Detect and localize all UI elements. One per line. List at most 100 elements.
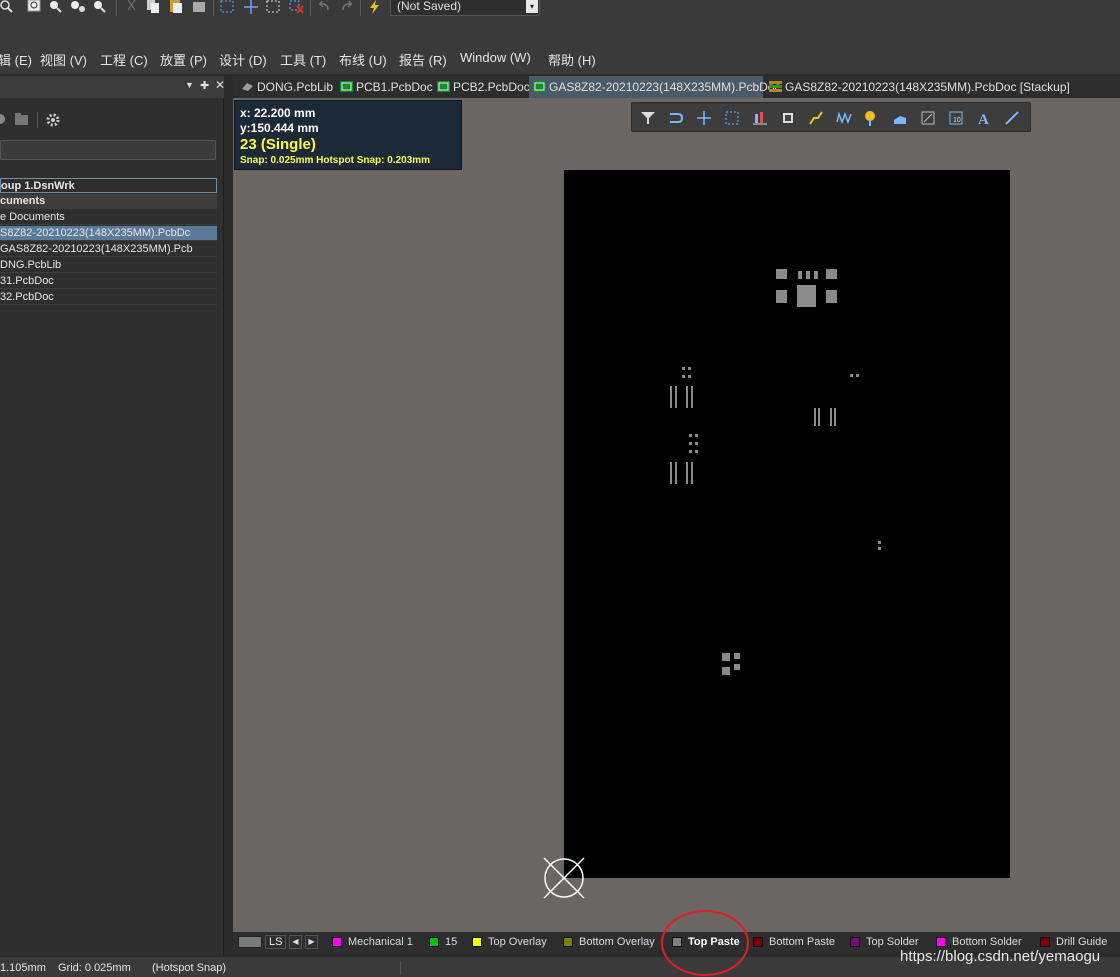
zoom-selected-icon[interactable] xyxy=(70,0,86,14)
pcblib-icon xyxy=(242,83,253,91)
cut-icon[interactable] xyxy=(124,0,140,14)
tab-pcb2[interactable]: PCB2.PcbDoc xyxy=(433,76,530,98)
menu-help[interactable]: 帮助 (H) xyxy=(548,50,596,69)
layer-color-swatch xyxy=(1040,937,1050,947)
layer-tab-drill-guide[interactable]: Drill Guide xyxy=(1040,935,1107,949)
project-file[interactable]: DNG.PcbLib xyxy=(0,258,217,273)
pin-icon[interactable]: ✚ xyxy=(200,79,209,92)
layer-set-button[interactable]: LS xyxy=(265,935,287,949)
move-icon[interactable] xyxy=(243,0,259,14)
pcb-board[interactable] xyxy=(564,170,1010,878)
project-tree: oup 1.DsnWrk cuments e Documents S8Z82-2… xyxy=(0,166,224,952)
tab-label: GAS8Z82-20210223(148X235MM).PcbDoc xyxy=(549,80,781,94)
layer-tab-top-overlay[interactable]: Top Overlay xyxy=(472,935,547,949)
menu-view[interactable]: 视图 (V) xyxy=(40,50,87,69)
component-icon[interactable] xyxy=(780,110,796,126)
via-icon[interactable] xyxy=(864,110,880,126)
menu-place[interactable]: 放置 (P) xyxy=(160,50,207,69)
pad xyxy=(689,450,692,453)
layer-tab-bottom-solder[interactable]: Bottom Solder xyxy=(936,935,1022,949)
chevron-left-icon[interactable]: ◀ xyxy=(289,935,302,949)
layer-tab-top-solder[interactable]: Top Solder xyxy=(850,935,919,949)
select-area-icon[interactable] xyxy=(220,0,236,14)
project-file-active[interactable]: S8Z82-20210223(148X235MM).PcbDc xyxy=(0,226,217,241)
deselect-icon[interactable] xyxy=(289,0,305,14)
tab-gas8z82-stackup[interactable]: GAS8Z82-20210223(148X235MM).PcbDoc [Stac… xyxy=(765,76,1070,98)
free-documents-item[interactable]: e Documents xyxy=(0,210,217,225)
interactive-route-icon[interactable] xyxy=(808,110,824,126)
menu-edit[interactable]: 辑 (E) xyxy=(0,50,32,69)
gear-icon[interactable] xyxy=(45,112,61,128)
pad xyxy=(878,547,881,550)
menu-tools[interactable]: 工具 (T) xyxy=(280,50,326,69)
pad xyxy=(695,450,698,453)
menu-route[interactable]: 布线 (U) xyxy=(339,50,387,69)
pad xyxy=(722,667,730,675)
grid-size: Grid: 0.025mm xyxy=(58,962,131,974)
tab-gas8z82-pcbdoc[interactable]: GAS8Z82-20210223(148X235MM).PcbDoc xyxy=(529,76,780,98)
cursor-y: y:150.444 mm xyxy=(240,121,319,135)
zoom-fit-icon[interactable] xyxy=(26,0,42,14)
menu-window[interactable]: Window (W) xyxy=(460,50,531,65)
project-icon[interactable] xyxy=(0,112,6,126)
chevron-down-icon[interactable]: ▾ xyxy=(526,0,538,13)
zoom-icon[interactable] xyxy=(0,0,16,14)
folder-icon[interactable] xyxy=(14,112,30,126)
length-tuning-icon[interactable] xyxy=(836,110,852,126)
crosshair-icon[interactable] xyxy=(696,110,712,126)
line-icon[interactable] xyxy=(1004,110,1020,126)
layer-tab-bottom-paste[interactable]: Bottom Paste xyxy=(753,935,835,949)
heads-up-display: x: 22.200 mm y:150.444 mm 23 (Single) Sn… xyxy=(234,100,462,170)
polygon-icon[interactable] xyxy=(892,110,908,126)
layer-color-swatch xyxy=(753,937,763,947)
rubber-stamp-icon[interactable] xyxy=(191,0,207,14)
zoom-filter-icon[interactable] xyxy=(92,0,108,14)
align-icon[interactable] xyxy=(752,110,768,126)
lightning-icon[interactable] xyxy=(367,0,383,14)
pad xyxy=(776,269,787,279)
menu-reports[interactable]: 报告 (R) xyxy=(399,50,447,69)
chevron-down-icon[interactable]: ▼ xyxy=(185,80,194,90)
select-rect-icon[interactable] xyxy=(724,110,740,126)
copy-icon[interactable] xyxy=(145,0,161,14)
layer-label: 15 xyxy=(445,936,458,948)
layer-tab-bottom-overlay[interactable]: Bottom Overlay xyxy=(563,935,655,949)
search-input[interactable] xyxy=(0,140,216,160)
layer-color-swatch xyxy=(332,937,342,947)
layer-label: Mechanical 1 xyxy=(348,936,413,948)
paste-icon[interactable] xyxy=(168,0,184,14)
project-file[interactable]: GAS8Z82-20210223(148X235MM).Pcb xyxy=(0,242,217,257)
undo-icon[interactable] xyxy=(316,0,332,14)
pcb-canvas[interactable]: x: 22.200 mm y:150.444 mm 23 (Single) Sn… xyxy=(233,98,1120,932)
project-file[interactable]: 32.PcbDoc xyxy=(0,290,217,305)
chevron-right-icon[interactable]: ▶ xyxy=(305,935,318,949)
pad xyxy=(776,290,787,303)
menu-design[interactable]: 设计 (D) xyxy=(219,50,267,69)
watermark: https://blog.csdn.net/yemaogu xyxy=(900,948,1101,965)
pcbdoc-icon xyxy=(340,81,353,92)
text-icon[interactable]: A xyxy=(976,110,992,126)
tab-dong-pcblib[interactable]: DONG.PcbLib xyxy=(237,76,335,98)
pad xyxy=(688,375,691,378)
pad xyxy=(814,271,818,279)
filter-icon[interactable] xyxy=(640,110,656,126)
current-layer: 23 (Single) xyxy=(240,136,316,153)
project-file[interactable]: 31.PcbDoc xyxy=(0,274,217,289)
menu-project[interactable]: 工程 (C) xyxy=(100,50,148,69)
pad xyxy=(670,462,672,484)
project-documents-header[interactable]: cuments xyxy=(0,194,217,209)
layer-tab-mechanical-1[interactable]: Mechanical 1 xyxy=(332,935,413,949)
redo-icon[interactable] xyxy=(339,0,355,14)
tab-pcb1[interactable]: PCB1.PcbDoc xyxy=(336,76,433,98)
zoom-area-icon[interactable] xyxy=(48,0,64,14)
layer-set-swatch[interactable] xyxy=(238,936,262,948)
close-icon[interactable]: ✕ xyxy=(215,78,225,92)
route-icon[interactable] xyxy=(668,110,684,126)
pad xyxy=(826,269,837,279)
save-state-dropdown[interactable]: (Not Saved) ▾ xyxy=(390,0,540,16)
select-inside-icon[interactable] xyxy=(266,0,282,14)
dimension-icon[interactable]: 10 xyxy=(948,110,964,126)
keepout-icon[interactable] xyxy=(920,110,936,126)
layer-tab-15[interactable]: 15 xyxy=(429,935,457,949)
project-workspace[interactable]: oup 1.DsnWrk xyxy=(0,178,217,193)
